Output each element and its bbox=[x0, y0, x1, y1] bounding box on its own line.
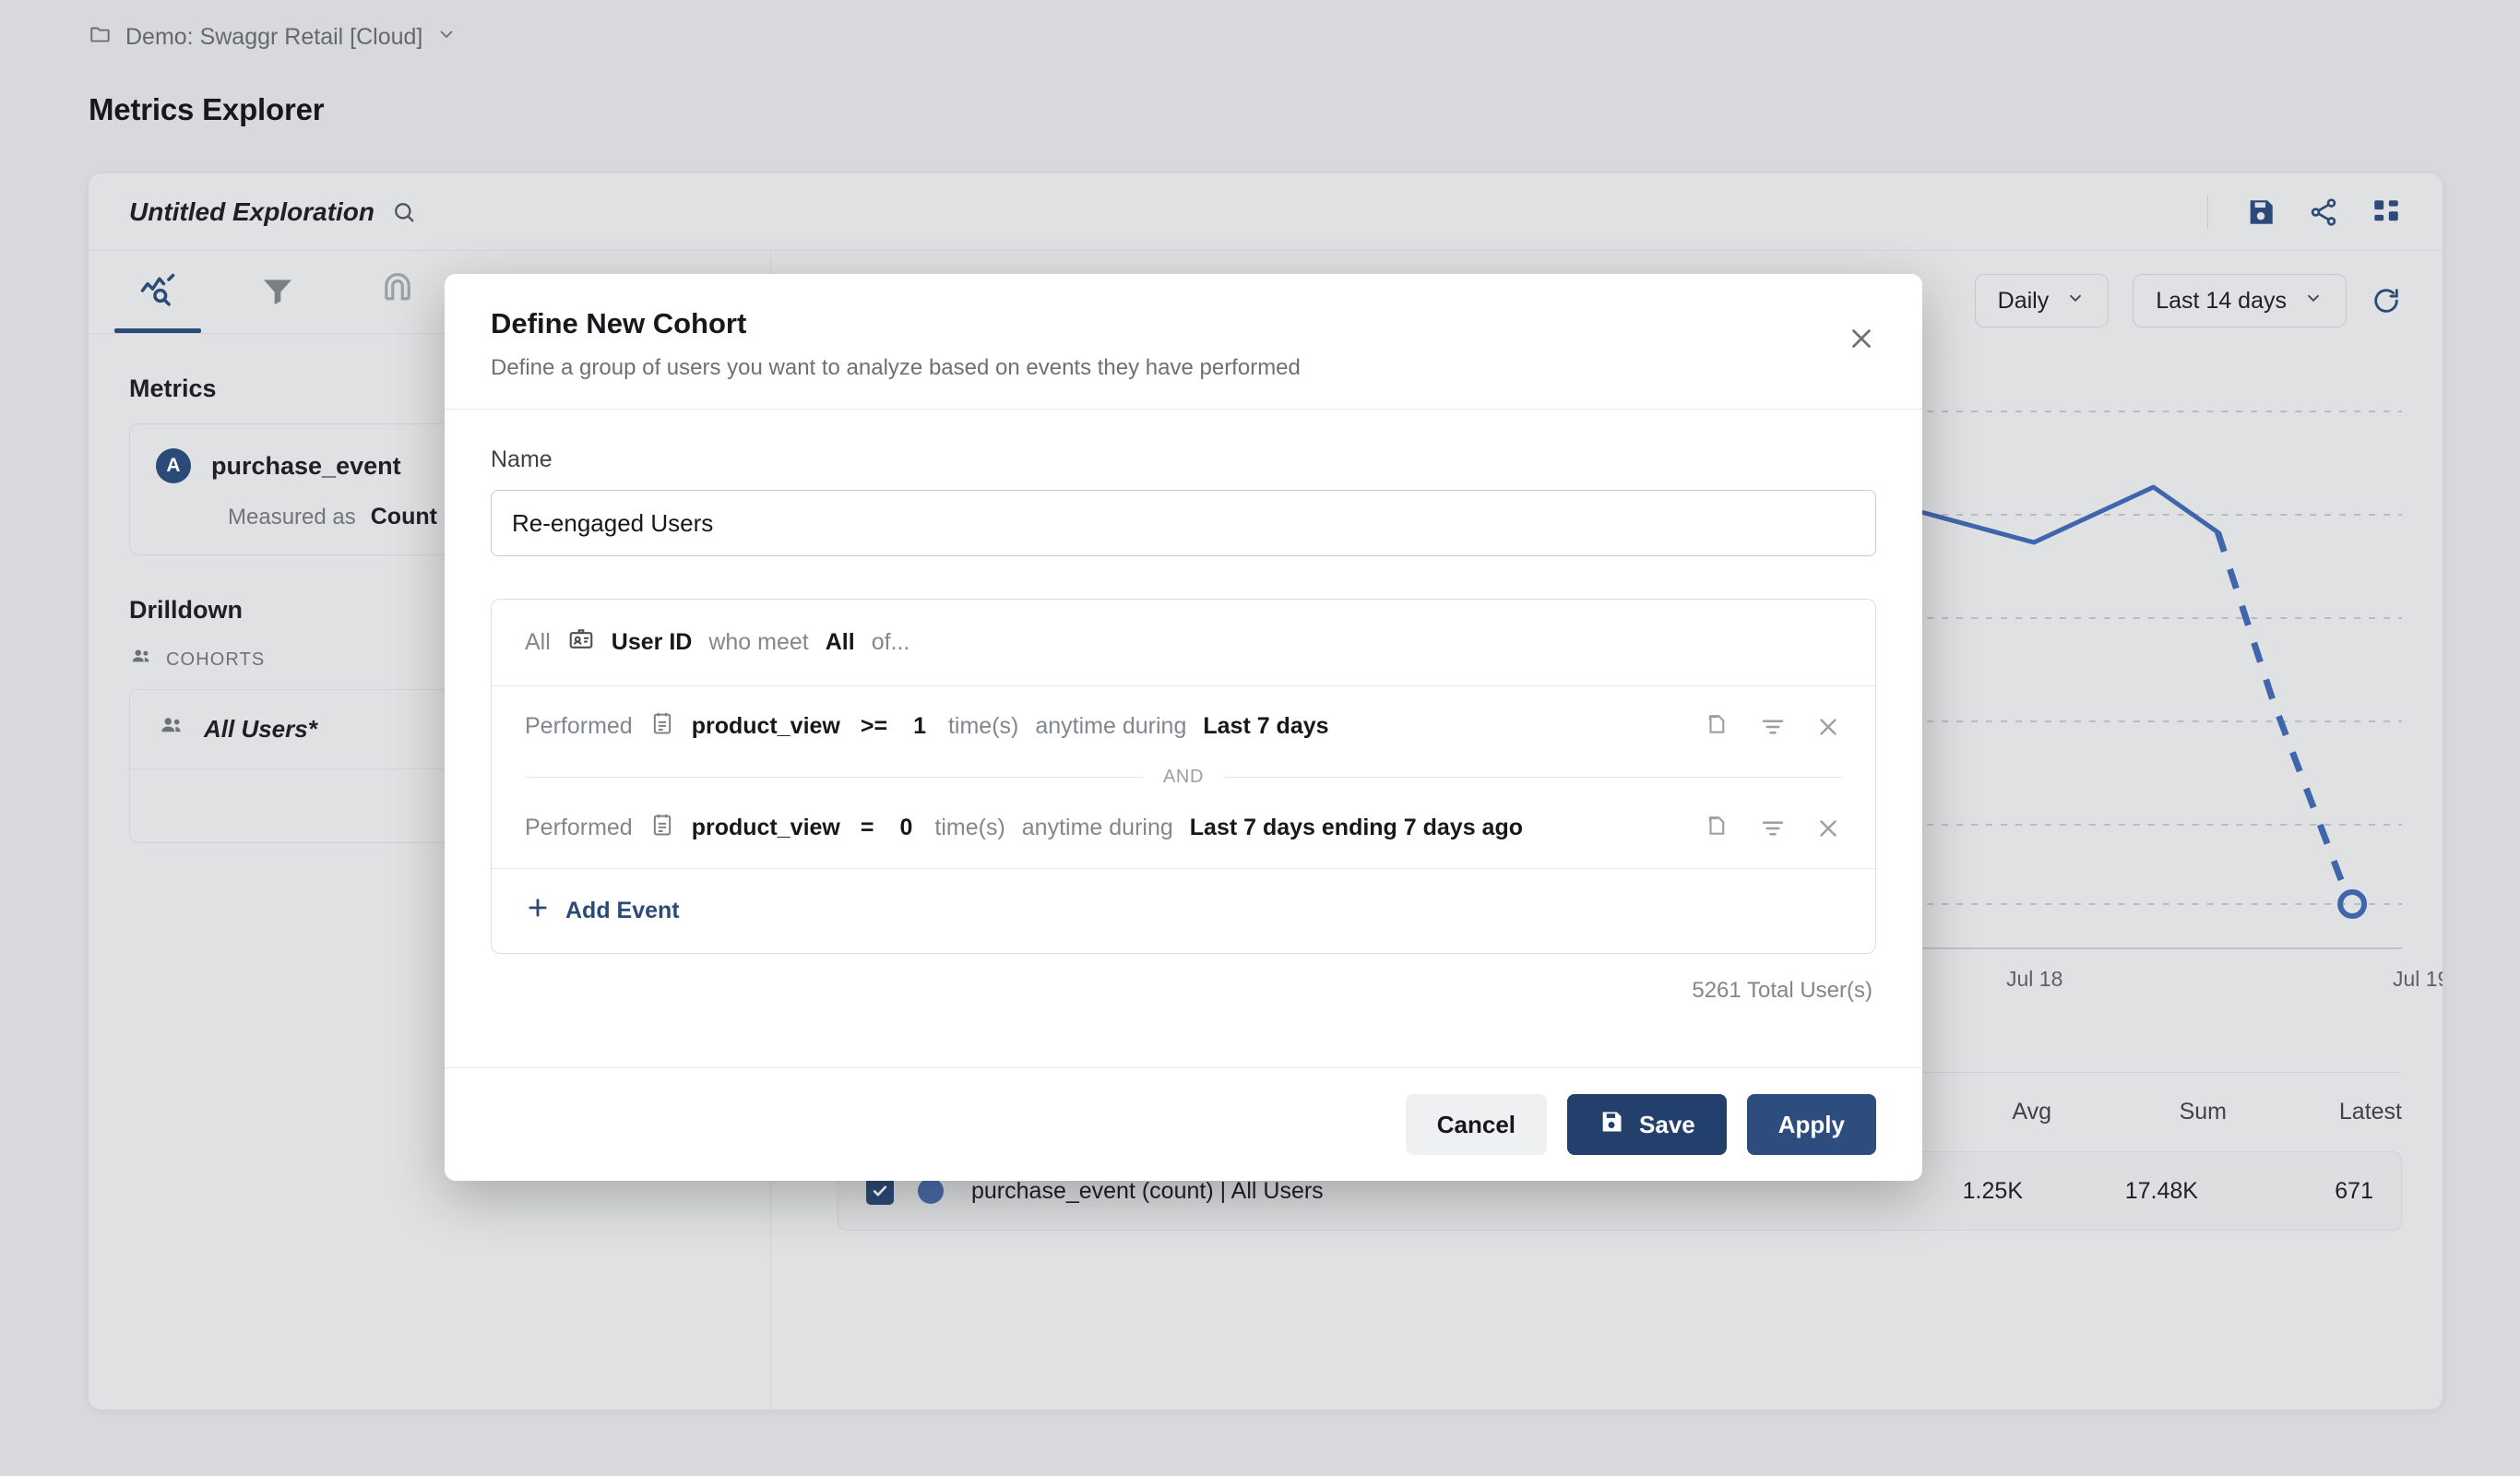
event-name[interactable]: product_view bbox=[692, 713, 840, 740]
name-field-label: Name bbox=[491, 446, 553, 472]
event-operator[interactable]: >= bbox=[861, 713, 887, 740]
duplicate-icon[interactable] bbox=[1704, 815, 1731, 842]
event-row-actions bbox=[1704, 815, 1842, 842]
cohort-event-row: Performed product_view = 0 time(s) anyti… bbox=[492, 788, 1875, 868]
modal-header: Define New Cohort Define a group of user… bbox=[445, 274, 1922, 410]
builder-all-label: All bbox=[525, 629, 551, 655]
define-new-cohort-dialog: Define New Cohort Define a group of user… bbox=[445, 274, 1922, 1181]
save-button-label: Save bbox=[1639, 1110, 1695, 1138]
builder-entity[interactable]: User ID bbox=[612, 629, 693, 656]
event-name[interactable]: product_view bbox=[692, 815, 840, 841]
modal-subtitle: Define a group of users you want to anal… bbox=[491, 355, 1301, 380]
builder-of-label: of... bbox=[871, 629, 910, 655]
remove-icon[interactable] bbox=[1814, 713, 1842, 741]
conjunction-label[interactable]: AND bbox=[1163, 767, 1204, 788]
event-count[interactable]: 1 bbox=[913, 713, 926, 740]
remove-icon[interactable] bbox=[1814, 815, 1842, 842]
performed-label: Performed bbox=[525, 713, 633, 739]
add-event-label: Add Event bbox=[565, 898, 680, 923]
modal-title: Define New Cohort bbox=[491, 307, 747, 339]
modal-body: Name All User ID who m bbox=[445, 410, 1922, 1067]
save-button[interactable]: Save bbox=[1567, 1094, 1727, 1155]
event-operator[interactable]: = bbox=[861, 815, 874, 841]
conjunction-separator: AND bbox=[492, 767, 1875, 788]
event-list-icon bbox=[649, 812, 675, 844]
event-timeframe[interactable]: Last 7 days ending 7 days ago bbox=[1190, 815, 1523, 841]
builder-who-meet: who meet bbox=[708, 629, 809, 655]
during-label: anytime during bbox=[1021, 815, 1173, 840]
floppy-disk-icon bbox=[1599, 1109, 1624, 1141]
plus-icon bbox=[525, 895, 551, 927]
add-event-button[interactable]: Add Event bbox=[492, 868, 1875, 953]
cohort-builder-header: All User ID who meet All of... bbox=[492, 600, 1875, 686]
app-root: Demo: Swaggr Retail [Cloud] Metrics Expl… bbox=[0, 0, 2520, 1476]
cohort-event-row: Performed product_view >= 1 time(s) anyt… bbox=[492, 686, 1875, 767]
divider bbox=[525, 777, 1143, 778]
apply-button[interactable]: Apply bbox=[1746, 1094, 1876, 1155]
filter-icon[interactable] bbox=[1759, 713, 1787, 741]
during-label: anytime during bbox=[1035, 713, 1187, 739]
cohort-name-input[interactable] bbox=[491, 490, 1876, 556]
times-label: time(s) bbox=[934, 815, 1005, 840]
builder-quantifier[interactable]: All bbox=[826, 629, 855, 656]
event-row-actions bbox=[1704, 713, 1842, 741]
total-users-count: 5261 Total User(s) bbox=[1692, 978, 1872, 1003]
event-list-icon bbox=[649, 710, 675, 743]
modal-footer: Cancel Save Apply bbox=[445, 1067, 1922, 1181]
close-icon[interactable] bbox=[1841, 318, 1882, 359]
event-count[interactable]: 0 bbox=[899, 815, 912, 841]
cohort-builder: All User ID who meet All of... Performed… bbox=[491, 599, 1876, 954]
event-timeframe[interactable]: Last 7 days bbox=[1203, 713, 1328, 740]
cancel-button[interactable]: Cancel bbox=[1405, 1094, 1548, 1155]
id-badge-icon bbox=[567, 625, 595, 660]
times-label: time(s) bbox=[947, 713, 1019, 739]
duplicate-icon[interactable] bbox=[1704, 713, 1731, 741]
divider bbox=[1224, 777, 1842, 778]
performed-label: Performed bbox=[525, 815, 633, 840]
filter-icon[interactable] bbox=[1759, 815, 1787, 842]
